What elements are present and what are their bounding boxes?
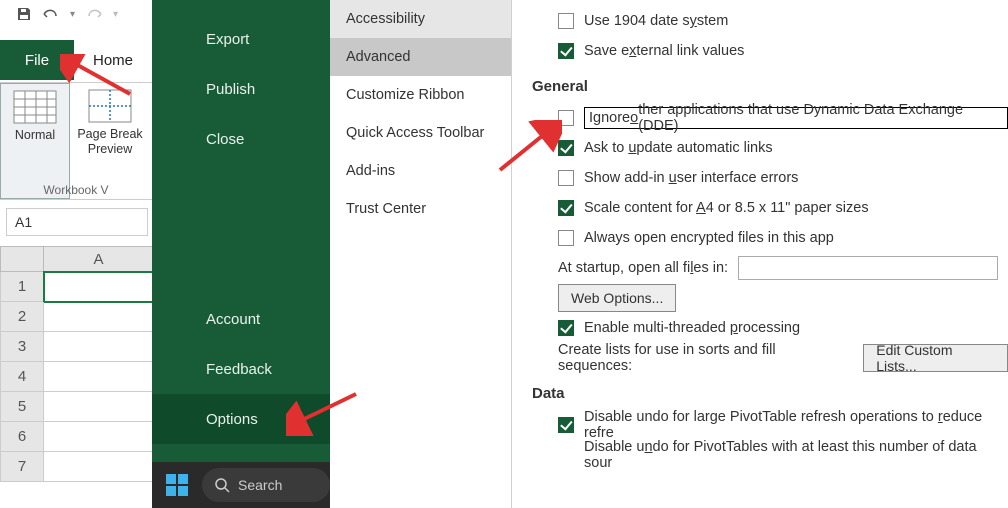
save-icon[interactable] bbox=[16, 6, 32, 22]
backstage-feedback[interactable]: Feedback bbox=[152, 344, 330, 394]
tab-home-label: Home bbox=[93, 52, 133, 69]
section-general: General bbox=[532, 78, 1008, 95]
row-header-5[interactable]: 5 bbox=[0, 392, 44, 422]
view-normal-button[interactable]: Normal bbox=[0, 83, 70, 199]
cell-A6[interactable] bbox=[44, 422, 154, 452]
options-advanced-pane: Use 1904 date system Save external link … bbox=[512, 0, 1008, 508]
backstage-export[interactable]: Export bbox=[152, 14, 330, 64]
chk-use-1904[interactable] bbox=[558, 13, 574, 29]
windows-icon bbox=[166, 474, 188, 496]
lbl-always-open-enc: Always open encrypted files in this app bbox=[584, 230, 834, 246]
ribbon-group-label: Workbook V bbox=[0, 183, 152, 197]
btn-web-options-label: Web Options... bbox=[571, 290, 663, 306]
cell-A1[interactable] bbox=[44, 272, 154, 302]
select-all-corner[interactable] bbox=[0, 246, 44, 272]
lbl-show-addin: Show add-in user interface errors bbox=[584, 170, 798, 186]
row-header-3[interactable]: 3 bbox=[0, 332, 44, 362]
btn-edit-custom-lists-label: Edit Custom Lists... bbox=[876, 342, 995, 374]
chk-scale-a4[interactable] bbox=[558, 200, 574, 216]
ribbon-tabs: File Home bbox=[0, 40, 152, 80]
chk-enable-multi[interactable] bbox=[558, 320, 574, 336]
undo-icon[interactable] bbox=[40, 6, 62, 22]
qat-dropdown-icon-2[interactable]: ▾ bbox=[113, 9, 118, 20]
chk-save-external[interactable] bbox=[558, 43, 574, 59]
backstage-account[interactable]: Account bbox=[152, 294, 330, 344]
row-header-1[interactable]: 1 bbox=[0, 272, 44, 302]
row-header-7[interactable]: 7 bbox=[0, 452, 44, 482]
opt-cat-addins[interactable]: Add-ins bbox=[330, 152, 511, 190]
windows-taskbar: Search bbox=[152, 462, 330, 508]
cell-A7[interactable] bbox=[44, 452, 154, 482]
chk-disable-undo-pivot[interactable] bbox=[558, 417, 574, 433]
section-data: Data bbox=[532, 385, 1008, 402]
tab-file[interactable]: File bbox=[0, 40, 74, 80]
lbl-disable-undo-pivot: Disable undo for large PivotTable refres… bbox=[584, 409, 1008, 441]
lbl-use-1904: Use 1904 date system bbox=[584, 13, 728, 29]
cell-A4[interactable] bbox=[44, 362, 154, 392]
tab-file-label: File bbox=[25, 52, 49, 69]
opt-cat-customize-ribbon[interactable]: Customize Ribbon bbox=[330, 76, 511, 114]
view-pagebreak-button[interactable]: Page Break Preview bbox=[70, 83, 150, 199]
lbl-scale-a4: Scale content for A4 or 8.5 x 11" paper … bbox=[584, 200, 869, 216]
btn-edit-custom-lists[interactable]: Edit Custom Lists... bbox=[863, 344, 1008, 372]
name-box-value: A1 bbox=[15, 214, 32, 230]
view-pagebreak-label-2: Preview bbox=[88, 142, 132, 157]
ribbon-group-workbook-views: Normal Page Break Preview Workbook V bbox=[0, 82, 152, 200]
btn-web-options[interactable]: Web Options... bbox=[558, 284, 676, 312]
view-pagebreak-label-1: Page Break bbox=[77, 127, 142, 142]
spreadsheet-grid: A 1 2 3 4 5 6 7 bbox=[0, 246, 154, 482]
opt-cat-quick-access[interactable]: Quick Access Toolbar bbox=[330, 114, 511, 152]
cell-A2[interactable] bbox=[44, 302, 154, 332]
cell-A3[interactable] bbox=[44, 332, 154, 362]
lbl-ignore-dde: Ignore other applications that use Dynam… bbox=[584, 107, 1008, 129]
redo-icon bbox=[83, 6, 105, 22]
row-header-6[interactable]: 6 bbox=[0, 422, 44, 452]
lbl-startup-open: At startup, open all files in: bbox=[558, 260, 728, 276]
backstage-publish[interactable]: Publish bbox=[152, 64, 330, 114]
chk-show-addin[interactable] bbox=[558, 170, 574, 186]
backstage-options[interactable]: Options bbox=[152, 394, 330, 444]
quick-access-toolbar: ▾ ▾ bbox=[0, 0, 152, 28]
start-button[interactable] bbox=[162, 470, 192, 500]
chk-ignore-dde[interactable] bbox=[558, 110, 574, 126]
lbl-disable-undo-count: Disable undo for PivotTables with at lea… bbox=[584, 439, 1008, 471]
normal-view-icon bbox=[13, 90, 57, 124]
cell-A5[interactable] bbox=[44, 392, 154, 422]
lbl-enable-multi: Enable multi-threaded processing bbox=[584, 320, 800, 336]
row-header-2[interactable]: 2 bbox=[0, 302, 44, 332]
input-startup-path[interactable] bbox=[738, 256, 998, 280]
lbl-create-lists: Create lists for use in sorts and fill s… bbox=[558, 342, 849, 374]
opt-cat-trust-center[interactable]: Trust Center bbox=[330, 190, 511, 228]
opt-cat-accessibility[interactable]: Accessibility bbox=[330, 0, 511, 38]
opt-cat-advanced[interactable]: Advanced bbox=[330, 38, 511, 76]
options-category-list: Accessibility Advanced Customize Ribbon … bbox=[330, 0, 512, 508]
taskbar-search[interactable]: Search bbox=[202, 468, 330, 502]
lbl-save-external: Save external link values bbox=[584, 43, 744, 59]
lbl-ask-update: Ask to update automatic links bbox=[584, 140, 773, 156]
pagebreak-icon bbox=[88, 89, 132, 123]
column-header-A[interactable]: A bbox=[44, 246, 154, 272]
qat-dropdown-icon[interactable]: ▾ bbox=[70, 9, 75, 20]
backstage-close[interactable]: Close bbox=[152, 114, 330, 164]
taskbar-search-label: Search bbox=[238, 477, 282, 493]
name-box[interactable]: A1 bbox=[6, 208, 148, 236]
backstage-menu: Export Publish Close Account Feedback Op… bbox=[152, 0, 330, 508]
chk-always-open-enc[interactable] bbox=[558, 230, 574, 246]
chk-ask-update[interactable] bbox=[558, 140, 574, 156]
view-normal-label: Normal bbox=[15, 128, 55, 143]
tab-home[interactable]: Home bbox=[74, 40, 152, 80]
search-icon bbox=[214, 477, 230, 493]
row-header-4[interactable]: 4 bbox=[0, 362, 44, 392]
